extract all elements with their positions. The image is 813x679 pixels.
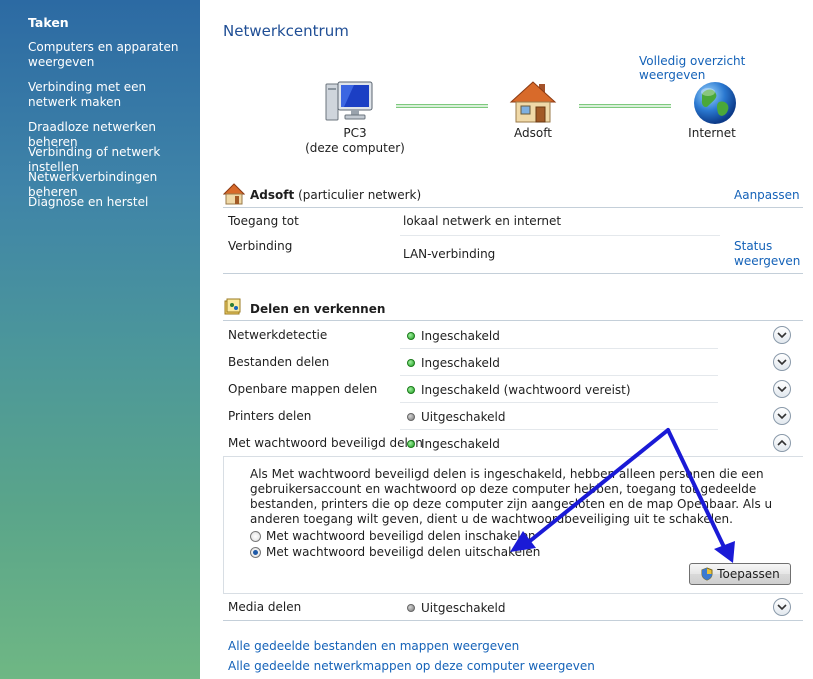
view-shared-folders-link[interactable]: Alle gedeelde netwerkmappen op deze comp… bbox=[228, 659, 595, 673]
sharing-section-header: Delen en verkennen bbox=[223, 297, 803, 321]
expand-network-discovery-button[interactable] bbox=[773, 326, 791, 344]
page-title: Netwerkcentrum bbox=[223, 22, 349, 40]
globe-icon[interactable] bbox=[692, 80, 738, 126]
network-name: Adsoft bbox=[250, 188, 295, 202]
status-on-icon bbox=[407, 386, 415, 394]
public-folder-sharing-status-text: Ingeschakeld (wachtwoord vereist) bbox=[421, 383, 631, 397]
view-status-link-line1[interactable]: Status bbox=[734, 239, 800, 254]
network-section-header: Adsoft (particulier netwerk) Aanpassen bbox=[222, 183, 803, 207]
computer-icon[interactable] bbox=[324, 80, 374, 124]
divider bbox=[400, 235, 720, 236]
divider bbox=[400, 429, 718, 430]
node-network-label: Adsoft bbox=[514, 126, 552, 140]
status-on-icon bbox=[407, 440, 415, 448]
chevron-down-icon bbox=[777, 604, 787, 611]
chevron-up-icon bbox=[777, 439, 787, 446]
option-enable-label[interactable]: Met wachtwoord beveiligd delen inschakel… bbox=[266, 529, 536, 543]
expand-file-sharing-button[interactable] bbox=[773, 353, 791, 371]
view-status-link[interactable]: Status weergeven bbox=[734, 239, 800, 269]
tasks-title: Taken bbox=[28, 15, 69, 30]
connection-label: Verbinding bbox=[228, 239, 293, 253]
divider bbox=[400, 375, 718, 376]
status-on-icon bbox=[407, 359, 415, 367]
radio-disable[interactable] bbox=[250, 546, 261, 558]
password-sharing-panel: Als Met wachtwoord beveiligd delen is in… bbox=[223, 456, 803, 594]
expand-media-sharing-button[interactable] bbox=[773, 598, 791, 616]
apply-button-label[interactable]: Toepassen bbox=[717, 567, 779, 581]
collapse-password-sharing-button[interactable] bbox=[773, 434, 791, 452]
status-off-icon bbox=[407, 413, 415, 421]
chevron-down-icon bbox=[777, 413, 787, 420]
network-discovery-status-text: Ingeschakeld bbox=[421, 329, 500, 343]
status-on-icon bbox=[407, 332, 415, 340]
divider bbox=[400, 348, 718, 349]
house-icon[interactable] bbox=[509, 80, 557, 124]
media-sharing-status: Uitgeschakeld bbox=[407, 601, 506, 615]
media-sharing-status-text: Uitgeschakeld bbox=[421, 601, 506, 615]
full-map-link[interactable]: Volledig overzicht weergeven bbox=[639, 54, 813, 82]
file-sharing-status-text: Ingeschakeld bbox=[421, 356, 500, 370]
connection-line-pc-router bbox=[396, 104, 488, 108]
password-sharing-status: Ingeschakeld bbox=[407, 437, 500, 451]
password-sharing-status-text: Ingeschakeld bbox=[421, 437, 500, 451]
network-discovery-label: Netwerkdetectie bbox=[228, 328, 328, 342]
sharing-icon bbox=[224, 298, 242, 316]
chevron-down-icon bbox=[777, 359, 787, 366]
connection-line-router-internet bbox=[579, 104, 671, 108]
status-off-icon bbox=[407, 604, 415, 612]
connection-value: LAN-verbinding bbox=[403, 247, 496, 261]
media-sharing-label: Media delen bbox=[228, 600, 302, 614]
option-disable-label[interactable]: Met wachtwoord beveiligd delen uitschake… bbox=[266, 545, 540, 559]
sidebar-link-diagnose[interactable]: Diagnose en herstel bbox=[28, 195, 196, 210]
option-enable-password-sharing[interactable]: Met wachtwoord beveiligd delen inschakel… bbox=[250, 529, 536, 543]
divider bbox=[223, 273, 803, 274]
divider bbox=[223, 207, 803, 208]
node-pc-sub: (deze computer) bbox=[305, 141, 405, 155]
printer-sharing-status-text: Uitgeschakeld bbox=[421, 410, 506, 424]
password-sharing-description: Als Met wachtwoord beveiligd delen is in… bbox=[250, 467, 773, 526]
file-sharing-status: Ingeschakeld bbox=[407, 356, 500, 370]
public-folder-sharing-label: Openbare mappen delen bbox=[228, 382, 378, 396]
view-shared-files-link[interactable]: Alle gedeelde bestanden en mappen weerge… bbox=[228, 639, 519, 653]
printer-sharing-status: Uitgeschakeld bbox=[407, 410, 506, 424]
radio-enable[interactable] bbox=[250, 530, 261, 542]
shield-icon bbox=[701, 567, 713, 581]
sidebar-link-view-computers[interactable]: Computers en apparaten weergeven bbox=[28, 40, 196, 70]
divider bbox=[223, 620, 803, 621]
network-type: (particulier netwerk) bbox=[298, 188, 422, 202]
access-label: Toegang tot bbox=[228, 214, 299, 228]
house-small-icon bbox=[222, 183, 246, 205]
network-discovery-status: Ingeschakeld bbox=[407, 329, 500, 343]
access-value: lokaal netwerk en internet bbox=[403, 214, 562, 228]
node-pc-name: PC3 bbox=[343, 126, 367, 140]
task-pane: Taken Computers en apparaten weergeven V… bbox=[0, 0, 200, 679]
expand-printer-sharing-button[interactable] bbox=[773, 407, 791, 425]
node-pc-label: PC3 (deze computer) bbox=[300, 126, 410, 156]
chevron-down-icon bbox=[777, 386, 787, 393]
node-internet-label: Internet bbox=[688, 126, 736, 140]
divider bbox=[223, 320, 803, 321]
apply-button[interactable]: Toepassen bbox=[689, 563, 791, 585]
password-sharing-label: Met wachtwoord beveiligd delen bbox=[228, 436, 423, 450]
network-title: Adsoft (particulier netwerk) bbox=[250, 188, 421, 202]
sidebar-link-connect-network[interactable]: Verbinding met een netwerk maken bbox=[28, 80, 196, 110]
customize-link[interactable]: Aanpassen bbox=[734, 188, 800, 202]
chevron-down-icon bbox=[777, 332, 787, 339]
option-disable-password-sharing[interactable]: Met wachtwoord beveiligd delen uitschake… bbox=[250, 545, 540, 559]
file-sharing-label: Bestanden delen bbox=[228, 355, 330, 369]
sharing-title: Delen en verkennen bbox=[250, 302, 386, 316]
divider bbox=[400, 402, 718, 403]
public-folder-sharing-status: Ingeschakeld (wachtwoord vereist) bbox=[407, 383, 631, 397]
expand-public-folder-button[interactable] bbox=[773, 380, 791, 398]
view-status-link-line2[interactable]: weergeven bbox=[734, 254, 800, 269]
printer-sharing-label: Printers delen bbox=[228, 409, 312, 423]
